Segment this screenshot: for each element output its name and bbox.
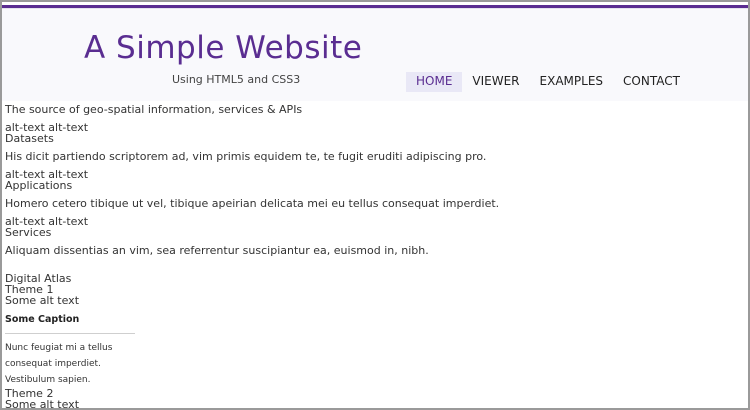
theme-2-image-alt: Some alt text [5, 398, 80, 410]
datasets-text: His dicit partiendo scriptorem ad, vim p… [5, 150, 487, 163]
nav-item-home[interactable]: HOME [406, 72, 463, 92]
caption-line-3: Vestibulum sapien. [5, 375, 91, 385]
intro-text: The source of geo-spatial information, s… [5, 103, 303, 116]
services-heading[interactable]: Services [5, 227, 748, 238]
browser-page: A Simple Website Using HTML5 and CSS3 HO… [0, 0, 750, 410]
caption-line-2: consequat imperdiet. [5, 359, 101, 369]
applications-text: Homero cetero tibique ut vel, tibique ap… [5, 197, 500, 210]
main-nav: HOME VIEWER EXAMPLES CONTACT [406, 72, 690, 92]
atlas-title: Digital Atlas [5, 272, 72, 285]
services-text: Aliquam dissentias an vim, sea referrent… [5, 244, 429, 257]
nav-item-examples[interactable]: EXAMPLES [530, 72, 614, 92]
caption-line-1: Nunc feugiat mi a tellus [5, 343, 113, 353]
datasets-image-alt: alt-text alt-text [5, 121, 89, 134]
figure-caption: Some Caption [5, 314, 80, 325]
applications-heading[interactable]: Applications [5, 180, 748, 191]
applications-image-alt: alt-text alt-text [5, 168, 89, 181]
site-subtitle: Using HTML5 and CSS3 [172, 73, 301, 86]
main-content: The source of geo-spatial information, s… [2, 101, 748, 410]
site-title: A Simple Website [84, 30, 363, 66]
nav-item-viewer[interactable]: VIEWER [462, 72, 529, 92]
site-header: A Simple Website Using HTML5 and CSS3 HO… [2, 8, 748, 101]
caption-divider [5, 333, 135, 334]
datasets-heading[interactable]: Datasets [5, 133, 748, 144]
services-image-alt: alt-text alt-text [5, 215, 89, 228]
theme-2-label[interactable]: Theme 2 [5, 388, 748, 399]
theme-1-label[interactable]: Theme 1 [5, 284, 748, 295]
nav-item-contact[interactable]: CONTACT [613, 72, 690, 92]
theme-1-image-alt: Some alt text [5, 294, 80, 307]
